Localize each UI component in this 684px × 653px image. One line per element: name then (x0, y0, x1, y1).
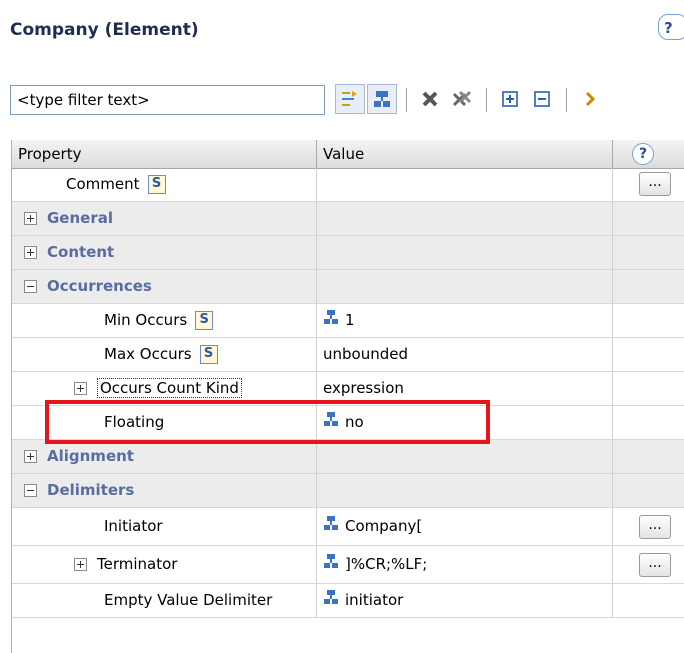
expand-icon[interactable] (74, 382, 87, 395)
property-label: Floating (104, 413, 165, 431)
ellipsis-button[interactable]: ... (639, 515, 671, 539)
table-row[interactable]: Initiator Company[ ... (12, 508, 684, 546)
property-label: Terminator (97, 555, 178, 573)
help-column-icon[interactable]: ? (632, 143, 654, 165)
default-value-icon (323, 546, 339, 583)
property-column-header[interactable]: Property (12, 140, 317, 168)
expand-all-icon[interactable] (495, 84, 525, 114)
property-value: Company[ (345, 517, 423, 535)
schema-icon: S (195, 311, 214, 330)
table-row[interactable]: Terminator ]%CR;%LF; ... (12, 546, 684, 584)
table-row[interactable]: Floating no (12, 406, 684, 440)
collapse-icon[interactable] (24, 484, 37, 497)
property-value[interactable] (317, 168, 613, 201)
expand-icon[interactable] (24, 246, 37, 259)
property-label: Empty Value Delimiter (104, 591, 273, 609)
value-column-header[interactable]: Value (317, 140, 613, 168)
category-row[interactable]: Content (12, 236, 684, 270)
collapse-icon[interactable] (24, 280, 37, 293)
table-row[interactable]: Occurs Count Kind expression (12, 372, 684, 406)
category-row[interactable]: Delimiters (12, 474, 684, 508)
category-label: Occurrences (47, 277, 152, 295)
ellipsis-button[interactable]: ... (639, 172, 671, 196)
default-value-icon (323, 584, 339, 617)
property-value: ]%CR;%LF; (345, 555, 428, 573)
category-label: General (47, 209, 113, 227)
default-value-icon (323, 304, 339, 337)
expand-icon[interactable] (24, 212, 37, 225)
table-row[interactable]: Max Occurs S unbounded (12, 338, 684, 372)
collapse-all-icon[interactable] (527, 84, 557, 114)
schema-icon: S (147, 175, 166, 194)
more-icon[interactable] (573, 84, 603, 114)
category-row[interactable]: General (12, 202, 684, 236)
panel-title: Company (Element) (10, 20, 199, 40)
category-label: Content (47, 243, 115, 261)
default-value-icon (323, 406, 339, 439)
property-value: 1 (345, 311, 355, 329)
table-row[interactable]: Empty Value Delimiter initiator (12, 584, 684, 618)
toolbar-separator (486, 88, 487, 112)
property-label: Initiator (104, 517, 163, 535)
default-value-icon (323, 508, 339, 545)
expand-icon[interactable] (24, 450, 37, 463)
toolbar-separator (566, 88, 567, 112)
property-label: Occurs Count Kind (97, 378, 242, 398)
table-row[interactable]: Min Occurs S 1 (12, 304, 684, 338)
property-value[interactable]: unbounded (317, 338, 613, 371)
help-icon[interactable]: ? (658, 14, 684, 40)
show-advanced-icon[interactable] (367, 84, 397, 114)
filter-input[interactable]: <type filter text> (10, 85, 325, 115)
category-label: Alignment (47, 447, 134, 465)
table-row[interactable]: Comment S ... (12, 168, 684, 202)
property-value: no (345, 413, 364, 431)
show-categories-icon[interactable] (335, 84, 365, 114)
property-table: Property Value ? Comment S ... General Co… (11, 140, 684, 653)
delete-icon[interactable] (415, 84, 445, 114)
ellipsis-button[interactable]: ... (639, 553, 671, 577)
schema-icon: S (199, 345, 218, 364)
category-row[interactable]: Alignment (12, 440, 684, 474)
delete-all-icon[interactable] (447, 84, 477, 114)
table-header: Property Value ? (12, 140, 684, 169)
property-value: initiator (345, 591, 404, 609)
property-label: Min Occurs (104, 311, 188, 329)
category-row[interactable]: Occurrences (12, 270, 684, 304)
property-value[interactable]: expression (317, 372, 613, 405)
category-label: Delimiters (47, 481, 135, 499)
toolbar-separator (406, 88, 407, 112)
expand-icon[interactable] (74, 558, 87, 571)
property-label: Comment (66, 175, 140, 193)
property-label: Max Occurs (104, 345, 192, 363)
